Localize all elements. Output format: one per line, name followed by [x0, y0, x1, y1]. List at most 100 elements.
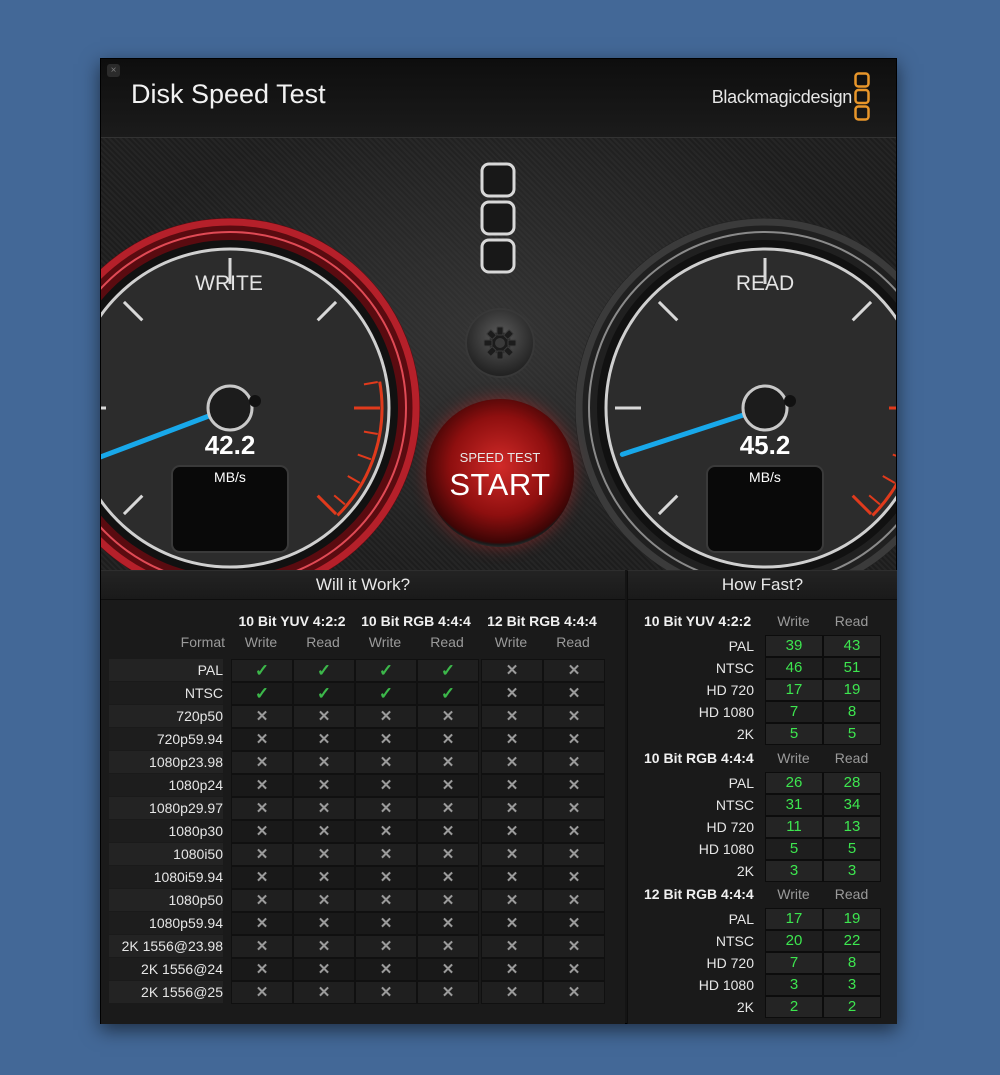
cross-icon: ✕	[505, 754, 519, 771]
cross-icon: ✕	[567, 800, 581, 817]
result-cell: ✕	[231, 958, 293, 981]
read-speed-cell: 8	[823, 701, 881, 723]
cross-icon: ✕	[317, 708, 331, 725]
result-cell: ✕	[293, 912, 355, 935]
cross-icon: ✕	[379, 846, 393, 863]
result-cell: ✕	[231, 935, 293, 958]
result-cell: ✕	[481, 820, 543, 843]
result-cell: ✕	[293, 705, 355, 728]
result-cell: ✕	[231, 705, 293, 728]
format-name: 1080p24	[168, 777, 223, 793]
cross-icon: ✕	[567, 662, 581, 679]
speed-format-name: HD 1080	[698, 704, 754, 720]
read-speed-cell: 8	[823, 952, 881, 974]
result-cell: ✕	[355, 958, 417, 981]
result-cell: ✕	[231, 774, 293, 797]
settings-button[interactable]	[467, 310, 533, 376]
read-speed-value: 45.2	[739, 430, 791, 460]
read-column-header: Read	[834, 886, 869, 902]
result-cell: ✕	[543, 935, 605, 958]
speed-format-name: PAL	[728, 775, 754, 791]
cross-icon: ✕	[255, 754, 269, 771]
result-cell: ✕	[355, 866, 417, 889]
speed-format-name: HD 720	[706, 955, 754, 971]
result-cell: ✕	[481, 843, 543, 866]
read-gauge-label: READ	[735, 272, 795, 295]
result-cell: ✕	[355, 751, 417, 774]
cross-icon: ✕	[379, 731, 393, 748]
result-cell: ✓	[293, 659, 355, 682]
result-cell: ✓	[231, 682, 293, 705]
write-column-header: Write	[777, 886, 810, 902]
close-button[interactable]: ×	[107, 64, 120, 77]
start-speed-test-button[interactable]: SPEED TEST START	[426, 399, 574, 547]
cross-icon: ✕	[379, 754, 393, 771]
result-cell: ✕	[481, 981, 543, 1004]
write-speed-unit: MB/s	[214, 469, 246, 485]
group-header: 10 Bit RGB 4:4:4	[361, 613, 471, 629]
read-speed-cell: 5	[823, 723, 881, 745]
write-speed-cell: 2	[765, 996, 823, 1018]
write-column-header: Write	[777, 750, 810, 766]
column-header: Write	[368, 634, 402, 650]
how-fast-panel: How Fast? 10 Bit YUV 4:2:2 Write Read PAL 39…	[627, 570, 897, 1024]
result-cell: ✕	[355, 843, 417, 866]
read-speed-cell: 3	[823, 860, 881, 882]
speed-format-name: NTSC	[715, 797, 754, 813]
write-speed-cell: 5	[765, 838, 823, 860]
result-cell: ✕	[543, 797, 605, 820]
format-name: PAL	[197, 662, 223, 678]
result-cell: ✕	[417, 889, 479, 912]
result-cell: ✕	[543, 981, 605, 1004]
result-cell: ✕	[355, 774, 417, 797]
speed-format-name: HD 720	[706, 682, 754, 698]
result-cell: ✕	[543, 751, 605, 774]
check-icon: ✓	[378, 684, 394, 703]
cross-icon: ✕	[567, 777, 581, 794]
result-cell: ✕	[417, 981, 479, 1004]
cross-icon: ✕	[441, 892, 455, 909]
write-speed-cell: 46	[765, 657, 823, 679]
result-cell: ✕	[481, 958, 543, 981]
cross-icon: ✕	[505, 846, 519, 863]
result-cell: ✕	[543, 705, 605, 728]
result-cell: ✕	[293, 820, 355, 843]
result-cell: ✕	[293, 889, 355, 912]
result-cell: ✕	[481, 659, 543, 682]
result-cell: ✕	[231, 820, 293, 843]
result-cell: ✕	[417, 728, 479, 751]
cross-icon: ✕	[505, 915, 519, 932]
cross-icon: ✕	[255, 892, 269, 909]
column-header: Read	[306, 634, 340, 650]
check-icon: ✓	[254, 684, 270, 703]
will-it-work-title: Will it Work?	[101, 571, 625, 600]
read-speed-cell: 51	[823, 657, 881, 679]
cross-icon: ✕	[255, 961, 269, 978]
result-cell: ✕	[417, 912, 479, 935]
cross-icon: ✕	[317, 869, 331, 886]
cross-icon: ✕	[505, 800, 519, 817]
cross-icon: ✕	[379, 915, 393, 932]
result-cell: ✕	[231, 866, 293, 889]
result-cell: ✕	[355, 889, 417, 912]
will-it-work-panel: Will it Work? 10 Bit YUV 4:2:2 10 Bit RGB…	[101, 570, 625, 1024]
cross-icon: ✕	[567, 708, 581, 725]
check-icon: ✓	[440, 684, 456, 703]
result-cell: ✕	[355, 820, 417, 843]
cross-icon: ✕	[317, 984, 331, 1001]
cross-icon: ✕	[255, 915, 269, 932]
read-speed-cell: 19	[823, 679, 881, 701]
group-header: 10 Bit YUV 4:2:2	[238, 613, 346, 629]
cross-icon: ✕	[505, 685, 519, 702]
cross-icon: ✕	[379, 984, 393, 1001]
column-header: Read	[556, 634, 590, 650]
read-speed-cell: 3	[823, 974, 881, 996]
result-cell: ✕	[481, 682, 543, 705]
result-cell: ✕	[481, 797, 543, 820]
format-name: 1080p59.94	[149, 915, 223, 931]
cross-icon: ✕	[505, 708, 519, 725]
cross-icon: ✕	[505, 984, 519, 1001]
cross-icon: ✕	[505, 662, 519, 679]
format-name: 1080i50	[173, 846, 223, 862]
start-button-caption: SPEED TEST	[459, 450, 541, 465]
